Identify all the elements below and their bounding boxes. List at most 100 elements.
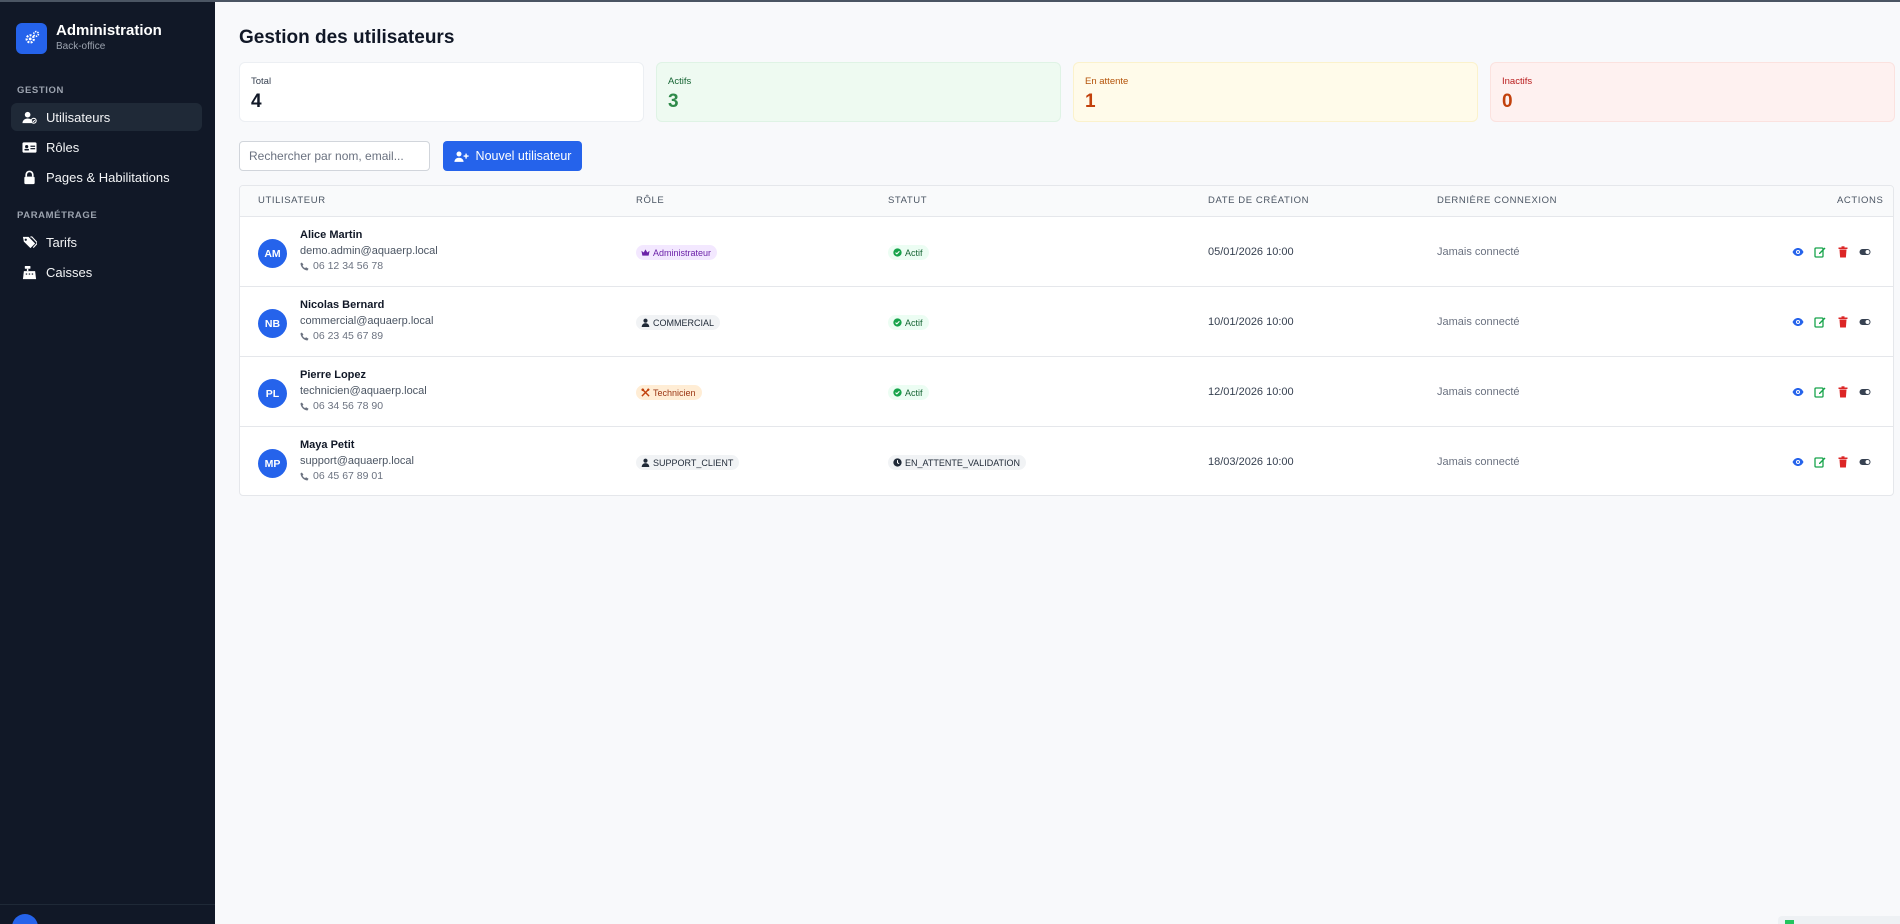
row-actions bbox=[1791, 455, 1881, 468]
sidebar-footer[interactable] bbox=[0, 904, 215, 924]
eye-icon bbox=[1792, 247, 1803, 256]
stat-value: 4 bbox=[251, 91, 262, 112]
stat-label: Total bbox=[251, 76, 272, 87]
new-user-button[interactable]: Nouvel utilisateur bbox=[443, 141, 582, 171]
status-indicator-icon bbox=[1785, 920, 1794, 924]
role-label: Technicien bbox=[653, 387, 696, 398]
check-circle-icon bbox=[893, 388, 902, 397]
sidebar-section-parametrage: PARAMÉTRAGE bbox=[17, 210, 98, 221]
view-button[interactable] bbox=[1791, 245, 1804, 258]
user-phone-number: 06 34 56 78 90 bbox=[313, 400, 384, 412]
table-row[interactable]: MP Maya Petit support@aquaerp.local 06 4… bbox=[240, 427, 1893, 495]
view-button[interactable] bbox=[1791, 455, 1804, 468]
sidebar-section-gestion: GESTION bbox=[17, 85, 64, 96]
edit-button[interactable] bbox=[1814, 245, 1827, 258]
stat-value: 3 bbox=[668, 91, 679, 112]
role-badge: SUPPORT_CLIENT bbox=[636, 455, 740, 470]
status-badge: Actif bbox=[888, 245, 929, 260]
avatar: AM bbox=[258, 239, 287, 268]
table-row[interactable]: AM Alice Martin demo.admin@aquaerp.local… bbox=[240, 217, 1893, 287]
toggle-icon bbox=[1859, 458, 1871, 465]
user-name: Maya Petit bbox=[300, 439, 355, 451]
delete-button[interactable] bbox=[1836, 245, 1849, 258]
delete-button[interactable] bbox=[1836, 385, 1849, 398]
edit-icon bbox=[1814, 456, 1826, 468]
user-icon bbox=[641, 318, 650, 327]
view-button[interactable] bbox=[1791, 315, 1804, 328]
delete-button[interactable] bbox=[1836, 315, 1849, 328]
user-plus-icon bbox=[453, 151, 469, 162]
column-header-created[interactable]: DATE DE CRÉATION bbox=[1208, 195, 1309, 206]
sidebar-item-label: Rôles bbox=[46, 139, 80, 155]
trash-icon bbox=[1838, 315, 1847, 327]
user-phone-number: 06 12 34 56 78 bbox=[313, 260, 384, 272]
stat-label: En attente bbox=[1085, 76, 1129, 87]
sidebar-item-tarifs[interactable]: Tarifs bbox=[11, 228, 202, 256]
corner-widget[interactable] bbox=[1778, 916, 1900, 924]
status-badge: Actif bbox=[888, 385, 929, 400]
main-content: Gestion des utilisateurs Total 4 Actifs … bbox=[215, 0, 1900, 924]
user-icon bbox=[641, 458, 650, 467]
column-header-role[interactable]: RÔLE bbox=[636, 195, 664, 206]
gears-icon bbox=[16, 22, 47, 54]
stat-card-actifs: Actifs 3 bbox=[656, 62, 1061, 122]
status-badge: EN_ATTENTE_VALIDATION bbox=[888, 455, 1027, 470]
column-header-user[interactable]: UTILISATEUR bbox=[258, 195, 326, 206]
brand: Administration Back-office bbox=[16, 22, 162, 54]
crown-icon bbox=[641, 249, 650, 256]
new-user-label: Nouvel utilisateur bbox=[475, 149, 572, 163]
phone-icon bbox=[300, 471, 309, 481]
check-circle-icon bbox=[893, 318, 902, 327]
stat-value: 1 bbox=[1085, 91, 1096, 112]
user-phone: 06 12 34 56 78 bbox=[300, 260, 383, 272]
user-email: demo.admin@aquaerp.local bbox=[300, 245, 438, 257]
toggle-status-button[interactable] bbox=[1859, 385, 1872, 398]
sidebar: Administration Back-office GESTION Utili… bbox=[0, 0, 215, 924]
column-header-actions: ACTIONS bbox=[1837, 195, 1884, 206]
avatar bbox=[12, 914, 38, 924]
sidebar-item-pages-habilitations[interactable]: Pages & Habilitations bbox=[11, 163, 202, 191]
edit-button[interactable] bbox=[1814, 315, 1827, 328]
phone-icon bbox=[300, 261, 309, 271]
toggle-status-button[interactable] bbox=[1859, 315, 1872, 328]
table-row[interactable]: PL Pierre Lopez technicien@aquaerp.local… bbox=[240, 357, 1893, 427]
lock-icon bbox=[24, 170, 35, 184]
stat-card-en-attente: En attente 1 bbox=[1073, 62, 1478, 122]
status-label: Actif bbox=[905, 387, 923, 398]
sidebar-item-roles[interactable]: Rôles bbox=[11, 133, 202, 161]
toggle-icon bbox=[1859, 248, 1871, 255]
user-phone: 06 23 45 67 89 bbox=[300, 330, 383, 342]
delete-button[interactable] bbox=[1836, 455, 1849, 468]
eye-icon bbox=[1792, 317, 1803, 326]
table-header: UTILISATEUR RÔLE STATUT DATE DE CRÉATION… bbox=[240, 186, 1893, 217]
sidebar-item-utilisateurs[interactable]: Utilisateurs bbox=[11, 103, 202, 131]
column-header-last-login[interactable]: DERNIÈRE CONNEXION bbox=[1437, 195, 1557, 206]
edit-button[interactable] bbox=[1814, 455, 1827, 468]
stat-card-inactifs: Inactifs 0 bbox=[1490, 62, 1895, 122]
user-email: commercial@aquaerp.local bbox=[300, 315, 434, 327]
search-input[interactable] bbox=[239, 141, 430, 171]
toggle-status-button[interactable] bbox=[1859, 455, 1872, 468]
view-button[interactable] bbox=[1791, 385, 1804, 398]
edit-button[interactable] bbox=[1814, 385, 1827, 398]
status-label: EN_ATTENTE_VALIDATION bbox=[905, 457, 1021, 468]
phone-icon bbox=[300, 401, 309, 411]
check-circle-icon bbox=[893, 248, 902, 257]
last-login: Jamais connecté bbox=[1437, 246, 1520, 258]
stat-label: Inactifs bbox=[1502, 76, 1533, 87]
sidebar-item-label: Utilisateurs bbox=[46, 109, 111, 125]
user-email: technicien@aquaerp.local bbox=[300, 385, 427, 397]
trash-icon bbox=[1838, 385, 1847, 397]
sidebar-item-caisses[interactable]: Caisses bbox=[11, 258, 202, 286]
edit-icon bbox=[1814, 316, 1826, 328]
toggle-status-button[interactable] bbox=[1859, 245, 1872, 258]
column-header-status[interactable]: STATUT bbox=[888, 195, 927, 206]
eye-icon bbox=[1792, 457, 1803, 466]
role-badge: Administrateur bbox=[636, 245, 718, 260]
status-badge: Actif bbox=[888, 315, 929, 330]
users-icon bbox=[22, 111, 37, 124]
role-badge: COMMERCIAL bbox=[636, 315, 721, 330]
table-row[interactable]: NB Nicolas Bernard commercial@aquaerp.lo… bbox=[240, 287, 1893, 357]
last-login: Jamais connecté bbox=[1437, 316, 1520, 328]
stat-card-total: Total 4 bbox=[239, 62, 644, 122]
